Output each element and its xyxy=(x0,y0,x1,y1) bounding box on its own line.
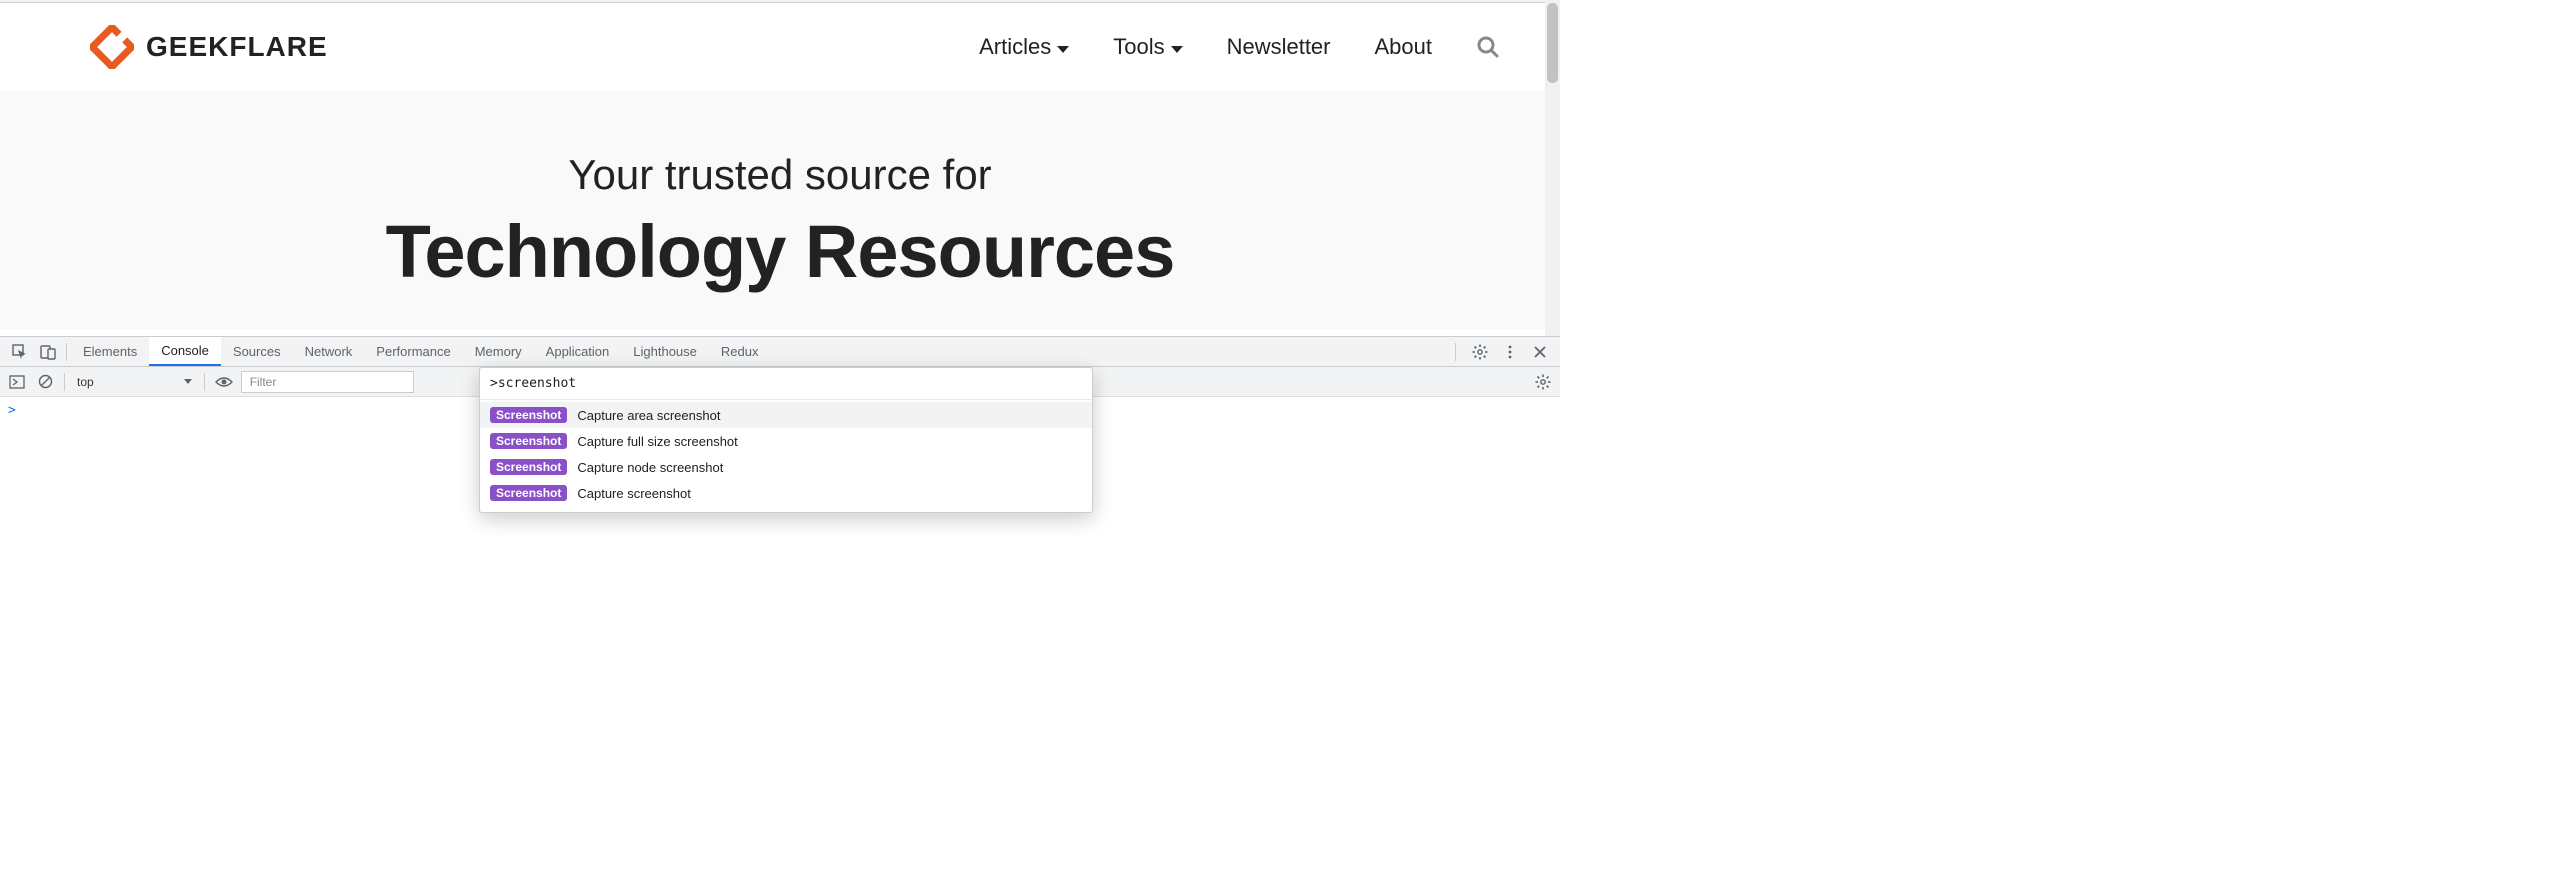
close-devtools-button[interactable] xyxy=(1530,342,1550,362)
context-label: top xyxy=(77,375,94,389)
nav-about[interactable]: About xyxy=(1375,34,1433,60)
console-prompt-caret: > xyxy=(8,403,16,418)
command-menu-popup: >screenshot Screenshot Capture area scre… xyxy=(479,367,1093,513)
command-menu-input[interactable]: >screenshot xyxy=(480,368,1092,400)
nav-about-label: About xyxy=(1375,34,1433,60)
command-menu-list: Screenshot Capture area screenshot Scree… xyxy=(480,400,1092,512)
live-expression-button[interactable] xyxy=(213,376,235,388)
sidebar-icon xyxy=(9,375,25,389)
site-logo[interactable]: GEEKFLARE xyxy=(90,25,328,69)
nav-newsletter-label: Newsletter xyxy=(1227,34,1331,60)
separator xyxy=(66,343,67,361)
command-item-capture-node[interactable]: Screenshot Capture node screenshot xyxy=(480,454,1092,480)
page-scrollbar[interactable] xyxy=(1545,0,1560,336)
command-item-label: Capture screenshot xyxy=(577,486,690,501)
tab-application[interactable]: Application xyxy=(534,337,622,366)
command-category-badge: Screenshot xyxy=(490,433,567,449)
nav-tools-label: Tools xyxy=(1113,34,1164,60)
inspect-element-icon[interactable] xyxy=(6,337,34,366)
logo-text: GEEKFLARE xyxy=(146,31,328,63)
tab-sources[interactable]: Sources xyxy=(221,337,293,366)
chevron-down-icon xyxy=(1171,46,1183,53)
hero-section: Your trusted source for Technology Resou… xyxy=(0,91,1560,329)
nav-articles-label: Articles xyxy=(979,34,1051,60)
clear-icon xyxy=(38,374,53,389)
tab-memory[interactable]: Memory xyxy=(463,337,534,366)
context-selector[interactable]: top xyxy=(73,371,196,393)
chevron-down-icon xyxy=(1057,46,1069,53)
toggle-sidebar-button[interactable] xyxy=(6,375,28,389)
separator xyxy=(204,373,205,391)
scrollbar-thumb[interactable] xyxy=(1547,3,1558,83)
hero-subtitle: Your trusted source for xyxy=(0,151,1560,199)
devtools-right-controls xyxy=(1451,342,1554,362)
devtools-tabbar: Elements Console Sources Network Perform… xyxy=(0,337,1560,367)
nav-tools[interactable]: Tools xyxy=(1113,34,1182,60)
command-item-label: Capture full size screenshot xyxy=(577,434,737,449)
site-header: GEEKFLARE Articles Tools Newsletter Abou… xyxy=(0,3,1560,91)
nav-newsletter[interactable]: Newsletter xyxy=(1227,34,1331,60)
command-category-badge: Screenshot xyxy=(490,407,567,423)
tab-console[interactable]: Console xyxy=(149,337,221,366)
clear-console-button[interactable] xyxy=(34,374,56,389)
settings-button[interactable] xyxy=(1470,342,1490,362)
nav-articles[interactable]: Articles xyxy=(979,34,1069,60)
tab-elements[interactable]: Elements xyxy=(71,337,149,366)
command-item-capture-screenshot[interactable]: Screenshot Capture screenshot xyxy=(480,480,1092,506)
more-vertical-icon xyxy=(1502,344,1518,360)
logo-icon xyxy=(90,25,134,69)
hero-title: Technology Resources xyxy=(0,209,1560,294)
separator xyxy=(64,373,65,391)
command-category-badge: Screenshot xyxy=(490,485,567,501)
gear-icon xyxy=(1535,374,1551,390)
console-settings-button[interactable] xyxy=(1532,374,1554,390)
command-item-label: Capture node screenshot xyxy=(577,460,723,475)
separator xyxy=(1455,343,1456,361)
search-icon xyxy=(1476,35,1500,59)
eye-icon xyxy=(215,376,233,388)
command-category-badge: Screenshot xyxy=(490,459,567,475)
close-icon xyxy=(1533,345,1547,359)
device-toolbar-icon[interactable] xyxy=(34,337,62,366)
more-button[interactable] xyxy=(1500,342,1520,362)
tab-network[interactable]: Network xyxy=(293,337,365,366)
console-filter-input[interactable] xyxy=(241,371,414,393)
command-item-label: Capture area screenshot xyxy=(577,408,720,423)
command-item-capture-fullsize[interactable]: Screenshot Capture full size screenshot xyxy=(480,428,1092,454)
search-button[interactable] xyxy=(1476,35,1500,59)
tab-performance[interactable]: Performance xyxy=(364,337,462,366)
gear-icon xyxy=(1472,344,1488,360)
command-item-capture-area[interactable]: Screenshot Capture area screenshot xyxy=(480,402,1092,428)
chevron-down-icon xyxy=(184,379,192,384)
tab-lighthouse[interactable]: Lighthouse xyxy=(621,337,709,366)
tab-redux[interactable]: Redux xyxy=(709,337,771,366)
site-nav: Articles Tools Newsletter About xyxy=(979,34,1500,60)
